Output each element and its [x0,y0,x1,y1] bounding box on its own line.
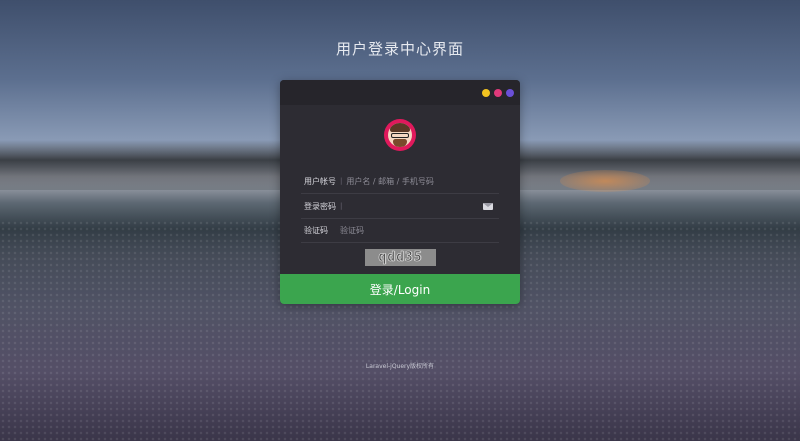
avatar-beard [393,139,407,147]
avatar-hair [390,123,410,132]
page-title: 用户登录中心界面 [335,40,464,58]
password-input[interactable] [346,201,483,211]
avatar-face [388,123,412,147]
username-separator: | [340,177,343,185]
username-input[interactable] [346,176,499,186]
login-button[interactable]: 登录/Login [280,274,520,304]
username-row: 用户帐号 | [301,169,499,194]
captcha-input[interactable] [340,225,499,235]
captcha-image[interactable]: qdd35 [365,249,436,266]
window-dot-yellow[interactable] [482,89,490,97]
password-row: 登录密码 | [301,194,499,219]
window-dot-pink[interactable] [494,89,502,97]
panel-header [280,80,520,105]
captcha-row: 验证码 [301,218,499,243]
window-dot-purple[interactable] [506,89,514,97]
password-separator: | [340,202,343,210]
mail-icon [483,202,493,210]
footer-copyright: Laravel-jQuery版权所有 [365,363,435,370]
avatar-glasses [391,133,409,138]
username-label: 用户帐号 [304,176,336,186]
password-label: 登录密码 [304,201,336,211]
login-panel: 用户帐号 | 登录密码 | 验证码 qdd35 登录/Login [280,80,520,304]
background-light-glow [560,170,650,192]
captcha-label: 验证码 [304,225,328,235]
avatar-icon [384,119,416,151]
